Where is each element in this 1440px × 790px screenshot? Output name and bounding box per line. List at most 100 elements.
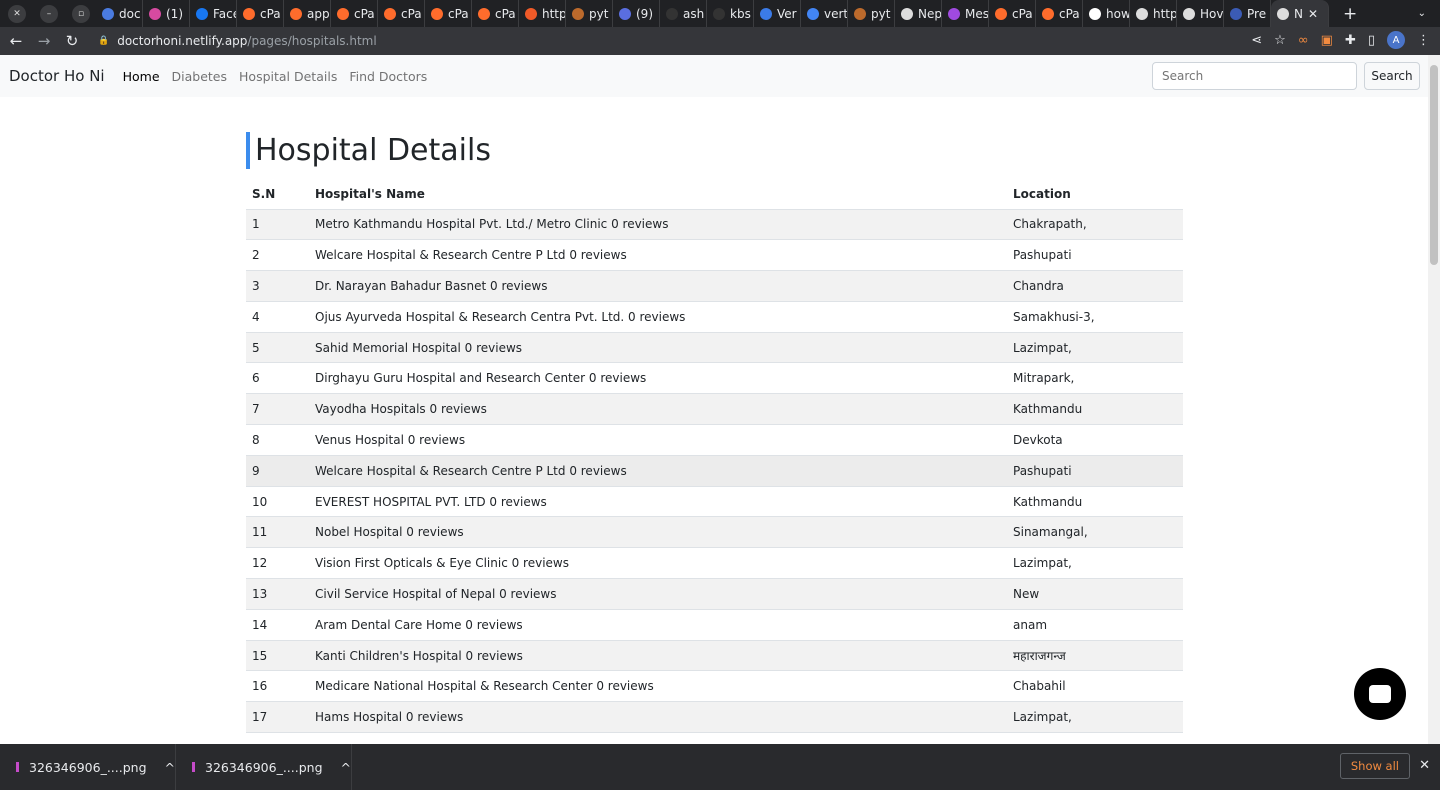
favicon-icon xyxy=(525,7,537,20)
share-icon[interactable]: ⋖ xyxy=(1251,33,1262,48)
cell-location: Kathmandu xyxy=(1007,393,1183,426)
nav-diabetes[interactable]: Diabetes xyxy=(172,69,228,84)
cell-sn: 6 xyxy=(246,362,309,395)
search-button[interactable]: Search xyxy=(1364,62,1420,90)
cell-hospital-name: Welcare Hospital & Research Centre P Ltd… xyxy=(309,239,1007,272)
favicon-icon xyxy=(431,7,443,20)
forward-icon[interactable]: → xyxy=(32,32,56,50)
cell-hospital-name: Dr. Narayan Bahadur Basnet 0 reviews xyxy=(309,270,1007,302)
browser-tab[interactable]: kbs xyxy=(707,0,754,27)
page-scrollbar[interactable] xyxy=(1428,55,1440,744)
cell-sn: 12 xyxy=(246,547,309,580)
cell-location: Chakrapath, xyxy=(1007,209,1183,241)
browser-tab-active[interactable]: N ✕ xyxy=(1271,0,1329,27)
browser-tab[interactable]: pyt xyxy=(566,0,613,27)
cell-sn: 4 xyxy=(246,301,309,333)
favicon-icon xyxy=(196,7,208,20)
cell-hospital-name: Venus Hospital 0 reviews xyxy=(309,424,1007,456)
favicon-icon xyxy=(290,7,302,20)
minimize-window-icon[interactable]: – xyxy=(40,4,58,23)
table-row: 3 Dr. Narayan Bahadur Basnet 0 reviews Cha… xyxy=(246,270,1183,302)
table-row: 9 Welcare Hospital & Research Centre P Lt… xyxy=(246,455,1183,487)
cell-sn: 8 xyxy=(246,424,309,456)
show-all-downloads-button[interactable]: Show all xyxy=(1339,753,1410,779)
extensions-puzzle-icon[interactable]: ✚ xyxy=(1345,33,1356,48)
column-header-name: Hospital's Name xyxy=(309,179,1007,210)
browser-tab[interactable]: Hov xyxy=(1177,0,1224,27)
reload-icon[interactable]: ↻ xyxy=(60,32,84,50)
browser-tab[interactable]: cPa xyxy=(378,0,425,27)
search-input[interactable] xyxy=(1152,62,1357,90)
browser-tab[interactable]: cPa xyxy=(1036,0,1083,27)
favicon-icon xyxy=(337,7,349,20)
favicon-icon xyxy=(713,7,725,20)
browser-tab[interactable]: ash xyxy=(660,0,707,27)
browser-tab[interactable]: cPa xyxy=(472,0,519,27)
favicon-icon xyxy=(1230,7,1242,20)
browser-tab[interactable]: how xyxy=(1083,0,1130,27)
close-tab-icon[interactable]: ✕ xyxy=(1308,7,1318,21)
close-download-bar-icon[interactable]: ✕ xyxy=(1419,758,1430,773)
browser-tab[interactable]: Nep xyxy=(895,0,942,27)
back-icon[interactable]: ← xyxy=(4,32,28,50)
url-field[interactable]: 🔒 doctorhoni.netlify.app/pages/hospitals.… xyxy=(98,29,377,53)
restore-window-icon[interactable]: ▫ xyxy=(72,4,90,23)
nav-hospital-details[interactable]: Hospital Details xyxy=(239,69,337,84)
new-tab-icon[interactable]: + xyxy=(1343,4,1357,24)
favicon-icon xyxy=(478,7,490,20)
tab-search-chevron-icon[interactable]: ⌄ xyxy=(1418,8,1426,19)
download-item[interactable]: 326346906_....png ^ xyxy=(176,744,352,790)
browser-tab[interactable]: Ver xyxy=(754,0,801,27)
cell-sn: 14 xyxy=(246,609,309,641)
cell-sn: 15 xyxy=(246,640,309,672)
browser-tab[interactable]: app xyxy=(284,0,331,27)
browser-tab[interactable]: http xyxy=(1130,0,1177,27)
cell-location: Chabahil xyxy=(1007,670,1183,703)
browser-tab[interactable]: cPa xyxy=(425,0,472,27)
cell-hospital-name: EVEREST HOSPITAL PVT. LTD 0 reviews xyxy=(309,486,1007,518)
cell-hospital-name: Kanti Children's Hospital 0 reviews xyxy=(309,640,1007,672)
favicon-icon xyxy=(666,7,678,20)
nav-home[interactable]: Home xyxy=(123,69,160,84)
chat-widget-button[interactable] xyxy=(1354,668,1406,720)
download-item[interactable]: 326346906_....png ^ xyxy=(0,744,176,790)
table-row: 12 Vision First Opticals & Eye Clinic 0 r… xyxy=(246,547,1183,580)
browser-tab[interactable]: Mes xyxy=(942,0,989,27)
site-navbar: Doctor Ho Ni Home Diabetes Hospital Deta… xyxy=(0,55,1428,97)
browser-tab[interactable]: Pre xyxy=(1224,0,1271,27)
browser-tab[interactable]: vert xyxy=(801,0,848,27)
cell-hospital-name: Vision First Opticals & Eye Clinic 0 rev… xyxy=(309,547,1007,580)
chevron-up-icon[interactable]: ^ xyxy=(165,760,175,775)
extension-note-icon[interactable]: ▣ xyxy=(1321,33,1333,48)
browser-tab[interactable]: doc xyxy=(96,0,143,27)
browser-tab[interactable]: http xyxy=(519,0,566,27)
close-window-icon[interactable]: ✕ xyxy=(8,4,26,23)
browser-tab[interactable]: cPa xyxy=(331,0,378,27)
hospital-table: S.N Hospital's Name Location 1 Metro Kath… xyxy=(246,179,1183,734)
cell-location: महाराजगन्ज xyxy=(1007,640,1183,672)
browser-tab[interactable]: Face xyxy=(190,0,237,27)
cell-sn: 11 xyxy=(246,516,309,549)
table-row: 15 Kanti Children's Hospital 0 reviews महा… xyxy=(246,640,1183,672)
cell-location: Pashupati xyxy=(1007,455,1183,487)
chevron-up-icon[interactable]: ^ xyxy=(341,760,351,775)
main-content: Hospital Details S.N Hospital's Name Loc… xyxy=(246,97,1183,734)
brand-link[interactable]: Doctor Ho Ni xyxy=(9,67,105,85)
star-icon[interactable]: ☆ xyxy=(1274,33,1286,48)
table-row: 4 Ojus Ayurveda Hospital & Research Centr… xyxy=(246,301,1183,333)
browser-tab[interactable]: pyt xyxy=(848,0,895,27)
browser-tab[interactable]: (9) xyxy=(613,0,660,27)
menu-kebab-icon[interactable]: ⋮ xyxy=(1417,33,1430,48)
table-row: 14 Aram Dental Care Home 0 reviews anam xyxy=(246,609,1183,641)
browser-tab[interactable]: cPa xyxy=(237,0,284,27)
favicon-icon xyxy=(901,7,913,20)
browser-tab[interactable]: (1) xyxy=(143,0,190,27)
profile-avatar[interactable]: A xyxy=(1387,31,1405,49)
scrollbar-thumb[interactable] xyxy=(1430,65,1438,265)
browser-tab[interactable]: cPa xyxy=(989,0,1036,27)
nav-find-doctors[interactable]: Find Doctors xyxy=(349,69,427,84)
cell-hospital-name: Dirghayu Guru Hospital and Research Cent… xyxy=(309,362,1007,395)
side-panel-icon[interactable]: ▯ xyxy=(1368,33,1375,48)
favicon-icon xyxy=(149,7,161,20)
extension-infinity-icon[interactable]: ∞ xyxy=(1298,33,1309,48)
